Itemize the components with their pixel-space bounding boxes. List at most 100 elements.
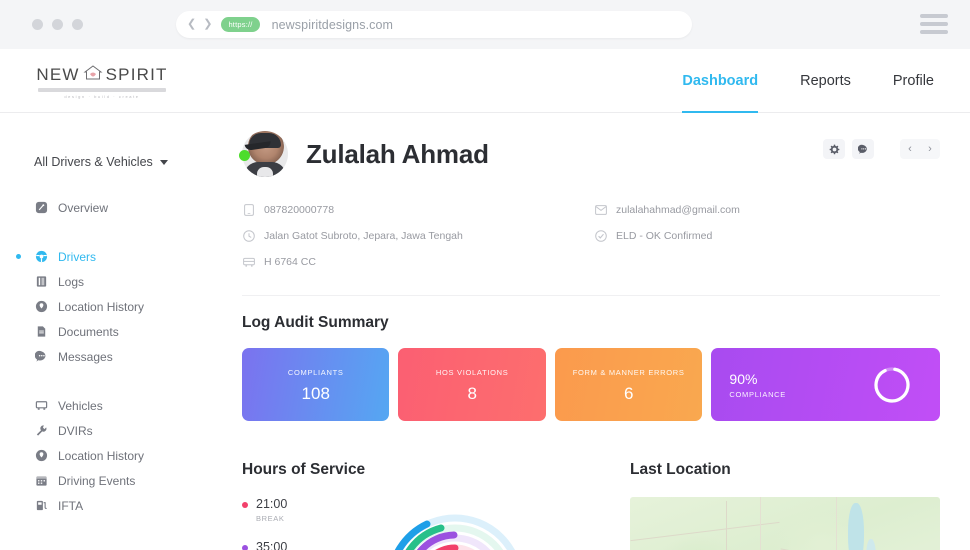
contact-address-value: Jalan Gatot Subroto, Jepara, Jawa Tengah [264,230,463,242]
legend-time: 35:00 [256,540,288,550]
steering-wheel-icon [34,250,48,264]
sidebar-item-label: IFTA [58,498,84,513]
card-form-manner-errors[interactable]: FORM & MANNER ERRORS 6 [554,348,703,421]
page-title: Zulalah Ahmad [306,138,489,169]
contact-phone: 087820000778 [242,197,594,223]
card-label: COMPLIANTS [287,368,344,377]
message-bubble-icon [34,350,48,364]
logo-divider [38,88,166,92]
sidebar-item-messages[interactable]: Messages [0,344,212,369]
site-header: NEW SPIRIT design · build · create Dashb… [0,49,970,113]
card-value: 108 [301,384,330,403]
logo-word-new: NEW [36,65,80,84]
sidebar-item-drivers[interactable]: Drivers [0,244,212,269]
terrain-map[interactable] [630,497,940,550]
logo-word-spirit: SPIRIT [105,65,168,84]
clock-icon [242,230,255,243]
sidebar-group-general: Overview [0,195,212,220]
sidebar-item-label: Location History [58,299,145,314]
log-audit-cards: COMPLIANTS 108 HOS VIOLATIONS 8 FORM & M… [242,348,940,421]
contact-phone-value: 087820000778 [264,204,335,216]
sidebar-item-label: Overview [58,200,109,215]
window-close-button[interactable] [32,19,43,30]
truck-icon [34,399,48,413]
map-pin-icon [34,449,48,463]
message-bubble-icon [857,144,867,154]
legend-dot [242,545,248,550]
sidebar-item-location-history-drivers[interactable]: Location History [0,294,212,319]
nav-tab-dashboard[interactable]: Dashboard [682,49,758,113]
back-button[interactable]: ❮ [187,19,196,30]
sidebar: All Drivers & Vehicles Overview Drivers … [0,113,212,550]
card-value: 6 [623,384,634,403]
legend-time: 21:00 [256,497,288,511]
sidebar-item-label: Documents [58,324,119,339]
card-label: COMPLIANCE [729,390,786,399]
main-content: Zulalah Ahmad ‹ › 087820000778 zulalahah… [212,113,970,550]
settings-button[interactable] [823,139,845,159]
address-bar[interactable]: ❮ ❯ https:// newspiritdesigns.com [176,11,692,38]
calendar-icon [34,474,48,488]
check-circle-icon [594,230,607,243]
sidebar-item-ifta[interactable]: IFTA [0,493,212,518]
nav-tab-reports[interactable]: Reports [800,49,851,113]
phone-icon [242,204,255,217]
book-icon [34,275,48,289]
compliance-percent: 90% [729,371,758,387]
browser-nav-arrows: ❮ ❯ [187,19,212,30]
pager-next-button[interactable]: › [920,139,940,159]
envelope-icon [594,204,607,217]
bottom-sections: Hours of Service 21:00 BREAK 35:00 Last … [242,443,940,550]
contact-vehicle: H 6764 CC [242,249,594,275]
sidebar-item-vehicles[interactable]: Vehicles [0,393,212,418]
forward-button[interactable]: ❯ [203,19,212,30]
primary-navigation: Dashboard Reports Profile [682,49,934,113]
window-maximize-button[interactable] [72,19,83,30]
contact-email: zulalahahmad@gmail.com [594,197,940,223]
legend-dot [242,502,248,508]
https-badge: https:// [221,17,260,32]
hours-of-service-section: Hours of Service 21:00 BREAK 35:00 [242,443,620,550]
contact-details: 087820000778 zulalahahmad@gmail.com Jala… [242,197,940,275]
online-status-indicator [239,150,250,161]
driver-vehicle-selector[interactable]: All Drivers & Vehicles [34,155,212,169]
sidebar-item-dvirs[interactable]: DVIRs [0,418,212,443]
wrench-icon [34,424,48,438]
card-compliants[interactable]: COMPLIANTS 108 [242,348,390,421]
card-compliance[interactable]: 90% COMPLIANCE [711,348,940,421]
sidebar-group-drivers: Drivers Logs Location History Documents … [0,244,212,369]
legend-label: BREAK [256,514,285,523]
last-location-title: Last Location [630,461,731,478]
site-logo[interactable]: NEW SPIRIT design · build · create [36,65,168,99]
avatar[interactable] [239,131,288,177]
url-text: newspiritdesigns.com [271,17,394,32]
driver-vehicle-selector-label: All Drivers & Vehicles [34,155,153,169]
hamburger-menu-icon[interactable] [920,14,948,34]
contact-eld-value: ELD - OK Confirmed [616,230,713,242]
map-pin-icon [34,300,48,314]
card-label: HOS VIOLATIONS [435,368,509,377]
record-pager: ‹ › [900,139,940,159]
hours-of-service-title: Hours of Service [242,461,366,478]
sidebar-item-documents[interactable]: Documents [0,319,212,344]
sidebar-item-overview[interactable]: Overview [0,195,212,220]
pager-prev-button[interactable]: ‹ [900,139,920,159]
sidebar-group-vehicles: Vehicles DVIRs Location History Driving … [0,393,212,518]
document-icon [34,325,48,339]
nav-tab-profile[interactable]: Profile [893,49,934,113]
gauge-icon [34,201,48,215]
compliance-ring [874,367,910,403]
sidebar-item-logs[interactable]: Logs [0,269,212,294]
logo-tagline: design · build · create [64,94,140,99]
message-button[interactable] [852,139,874,159]
card-hos-violations[interactable]: HOS VIOLATIONS 8 [398,348,546,421]
section-divider [242,295,940,296]
logo-house-icon [83,65,103,85]
window-minimize-button[interactable] [52,19,63,30]
sidebar-item-driving-events[interactable]: Driving Events [0,468,212,493]
hours-of-service-radial-chart [394,514,516,550]
sidebar-item-label: Vehicles [58,398,103,413]
sidebar-item-location-history-vehicles[interactable]: Location History [0,443,212,468]
contact-eld-status: ELD - OK Confirmed [594,223,940,249]
contact-email-value: zulalahahmad@gmail.com [616,204,740,216]
